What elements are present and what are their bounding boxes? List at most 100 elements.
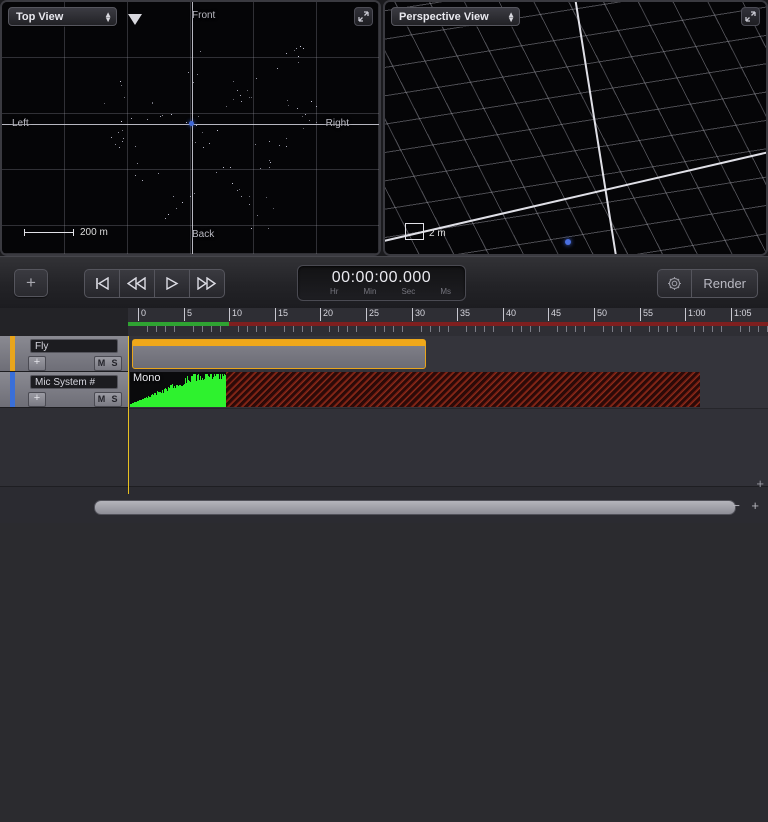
no-media-hatched-region	[226, 372, 700, 407]
track-name-fly[interactable]: Fly	[30, 339, 118, 353]
top-view-canvas[interactable]: Front Back Left Right 200 m	[2, 2, 379, 254]
track-header-mic-system[interactable]: Mic System # + M S	[0, 372, 128, 408]
source-point	[287, 100, 288, 101]
source-point	[135, 146, 136, 147]
source-point	[118, 132, 119, 133]
clip-fly[interactable]	[132, 339, 426, 369]
ruler-minor-tick	[311, 326, 312, 332]
ruler-minor-tick	[439, 326, 440, 332]
source-point	[119, 147, 120, 148]
source-point	[115, 144, 116, 145]
source-point	[316, 106, 317, 107]
timeline-ruler[interactable]: 0 5 10 15 20 25 30 35 40 45 50 55 1:00 1:05	[128, 308, 768, 336]
expand-icon[interactable]	[354, 7, 373, 26]
gear-icon[interactable]	[657, 269, 693, 298]
source-point	[188, 72, 189, 73]
source-point	[239, 189, 240, 190]
track-add-button[interactable]: +	[28, 356, 46, 371]
ruler-tick-label: 15	[278, 308, 289, 318]
track-headers: Fly + M S Mic System # + M S	[0, 336, 128, 486]
timecode-unit-sec: Sec	[401, 287, 416, 296]
source-point	[232, 183, 233, 184]
source-point	[269, 167, 270, 168]
corner-add-button[interactable]: +	[756, 476, 764, 491]
add-button[interactable]: +	[14, 269, 48, 297]
source-point	[303, 48, 304, 49]
track-lanes[interactable]: Mono	[128, 336, 768, 486]
ruler-tick-label: 50	[597, 308, 608, 318]
source-point	[241, 101, 242, 102]
ruler-minor-tick	[165, 326, 166, 332]
top-view-grid	[2, 2, 379, 254]
source-point	[202, 132, 203, 133]
source-point	[294, 50, 295, 51]
source-point	[168, 214, 169, 215]
ruler-minor-tick	[202, 326, 203, 332]
track-solo-button[interactable]: S	[108, 392, 122, 407]
render-button[interactable]: Render	[692, 269, 758, 298]
transport-button-group	[84, 269, 225, 298]
lane-fly[interactable]	[128, 336, 768, 373]
top-view-panel[interactable]: Front Back Left Right 200 m Top View ▲ ▼	[0, 0, 381, 256]
scale-square-icon	[405, 223, 424, 240]
horizontal-scrollbar[interactable]	[94, 500, 736, 515]
ruler-minor-tick	[220, 326, 221, 332]
ruler-minor-tick	[430, 326, 431, 332]
track-select-stripe[interactable]	[10, 372, 15, 407]
perspective-view-canvas[interactable]: 2 m	[385, 2, 766, 254]
ruler-minor-tick	[484, 326, 485, 332]
cycle-region-active	[128, 322, 230, 326]
source-point	[269, 141, 270, 142]
source-point	[195, 142, 196, 143]
source-point	[269, 160, 270, 161]
perspective-view-selector[interactable]: Perspective View ▲ ▼	[391, 7, 520, 26]
source-point	[297, 108, 298, 109]
track-solo-button[interactable]: S	[108, 356, 122, 371]
track-name-mic-system[interactable]: Mic System #	[30, 375, 118, 389]
fast-forward-button[interactable]	[190, 269, 225, 298]
scale-value: 200 m	[80, 227, 108, 238]
viewport-area: Front Back Left Right 200 m Top View ▲▼	[0, 0, 768, 256]
source-point	[237, 190, 238, 191]
ruler-minor-tick	[712, 326, 713, 332]
source-point	[142, 180, 143, 181]
source-point	[182, 202, 183, 203]
rewind-button[interactable]	[120, 269, 155, 298]
expand-icon[interactable]	[741, 7, 760, 26]
label-back: Back	[192, 229, 215, 240]
zoom-out-button[interactable]: −	[732, 499, 740, 512]
perspective-view-panel[interactable]: 2 m Perspective View ▲ ▼	[383, 0, 768, 256]
source-point	[241, 196, 242, 197]
timecode-display[interactable]: 00:00:00.000 Hr Min Sec Ms	[297, 265, 466, 301]
ruler-tick-label: 40	[506, 308, 517, 318]
ruler-minor-tick	[667, 326, 668, 332]
source-point	[135, 175, 136, 176]
source-point	[226, 106, 227, 107]
go-to-start-button[interactable]	[84, 269, 120, 298]
source-point	[266, 197, 267, 198]
timecode-unit-min: Min	[363, 287, 377, 296]
track-mute-button[interactable]: M	[94, 356, 109, 371]
application-window: Front Back Left Right 200 m Top View ▲▼	[0, 0, 768, 822]
ruler-minor-tick	[575, 326, 576, 332]
lane-mic-system[interactable]: Mono	[128, 372, 768, 409]
clip-mono-audio[interactable]: Mono	[130, 372, 226, 407]
top-view-selector[interactable]: Top View ▲ ▼	[8, 7, 117, 26]
clip-label-mono: Mono	[133, 372, 161, 384]
label-left: Left	[12, 118, 29, 129]
track-select-stripe[interactable]	[10, 336, 15, 371]
source-point	[237, 90, 238, 91]
track-mute-button[interactable]: M	[94, 392, 109, 407]
playhead-line	[128, 336, 129, 494]
track-add-button[interactable]: +	[28, 392, 46, 407]
zoom-in-button[interactable]: +	[751, 499, 759, 512]
label-front: Front	[192, 10, 216, 21]
ruler-minor-tick	[521, 326, 522, 332]
ruler-minor-tick	[247, 326, 248, 332]
source-point	[186, 122, 187, 123]
ruler-minor-tick	[758, 326, 759, 332]
ruler-minor-tick	[302, 326, 303, 332]
ruler-minor-tick	[402, 326, 403, 332]
play-button[interactable]	[155, 269, 190, 298]
track-header-fly[interactable]: Fly + M S	[0, 336, 128, 372]
